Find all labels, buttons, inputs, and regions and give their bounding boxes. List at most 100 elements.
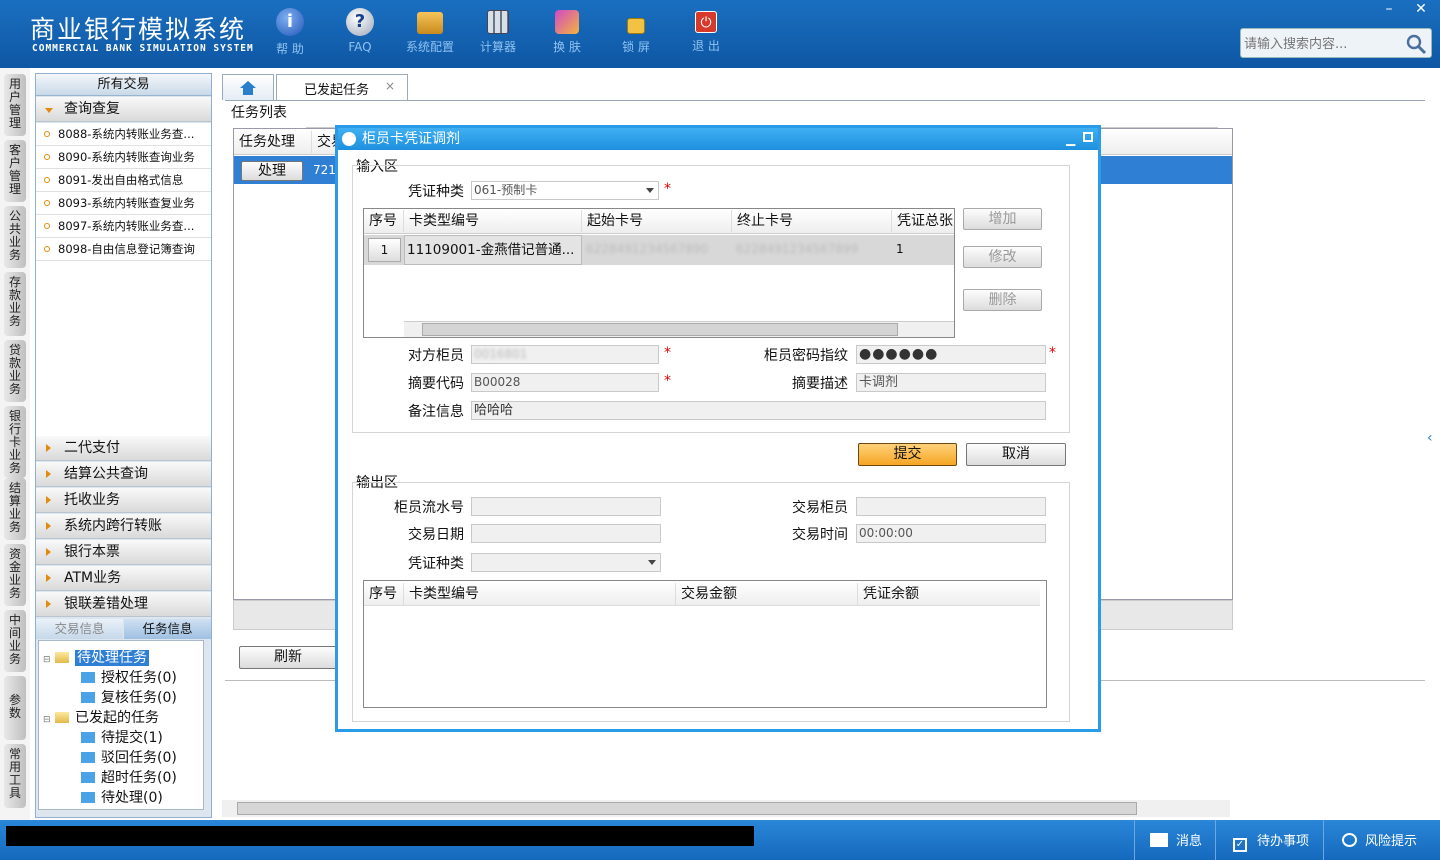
vtab-params[interactable]: 参数 [4, 676, 26, 740]
module-tabs: 用户管理 客户管理 公共业务 存款业务 贷款业务 银行卡业务 结算业务 资金业务… [0, 68, 30, 820]
menu-unionpay-error[interactable]: 银联差错处理 [36, 592, 211, 617]
chevron-down-icon [648, 560, 656, 565]
col-seq: 序号 [364, 210, 404, 232]
tree-node-timeout[interactable]: 超时任务(0) [81, 767, 177, 787]
scroll-thumb[interactable] [422, 323, 898, 336]
tree-node-auth[interactable]: 授权任务(0) [81, 667, 177, 687]
task-icon [81, 752, 95, 763]
summary-desc-field[interactable]: 卡调剂 [856, 373, 1046, 392]
out-voucher-select[interactable] [471, 553, 661, 572]
bullet-icon [44, 131, 50, 137]
required-mark: * [664, 345, 671, 361]
collapse-panel-icon[interactable]: ‹ [1427, 430, 1438, 460]
system-config-button[interactable]: 系统配置 [400, 8, 460, 55]
process-button[interactable]: 处理 [241, 161, 303, 181]
row-seq: 1 [368, 238, 401, 262]
vtab-user-mgmt[interactable]: 用户管理 [4, 74, 26, 136]
list-item[interactable]: 8088-系统内转账业务查... [36, 123, 211, 146]
menu-2nd-gen-payment[interactable]: 二代支付 [36, 436, 211, 461]
trade-time-label: 交易时间 [792, 527, 848, 543]
tab-trade-info[interactable]: 交易信息 [36, 619, 123, 639]
menu-query-reply[interactable]: 查询查复 [36, 97, 211, 122]
bullet-icon [44, 154, 50, 160]
tree-node-initiated[interactable]: ⊟ 已发起的任务 [43, 707, 159, 727]
add-button[interactable]: 增加 [963, 208, 1042, 230]
menu-cashier-check[interactable]: 银行本票 [36, 540, 211, 565]
minimize-button[interactable]: – [1374, 0, 1404, 20]
card-table-scrollbar[interactable] [404, 321, 954, 337]
tree-node-rejected[interactable]: 驳回任务(0) [81, 747, 177, 767]
list-item[interactable]: 8097-系统内转账业务查... [36, 215, 211, 238]
task-icon [81, 672, 95, 683]
calculator-button[interactable]: 计算器 [468, 8, 528, 55]
list-item[interactable]: 8090-系统内转账查询业务 [36, 146, 211, 169]
cancel-button[interactable]: 取消 [966, 443, 1066, 466]
counterpart-field[interactable]: 0016801 [471, 345, 659, 364]
required-mark: * [664, 181, 671, 197]
faq-button[interactable]: ? FAQ [330, 8, 390, 54]
skin-button[interactable]: 换 肤 [537, 8, 597, 55]
tree-node-to-submit[interactable]: 待提交(1) [81, 727, 163, 747]
remark-field[interactable]: 哈哈哈 [471, 401, 1046, 420]
edit-button[interactable]: 修改 [963, 246, 1042, 268]
todo-button[interactable]: ✓ 待办事项 [1233, 830, 1309, 852]
menu-atm[interactable]: ATM业务 [36, 566, 211, 591]
tab-home[interactable] [222, 74, 274, 100]
submit-button[interactable]: 提交 [858, 443, 957, 466]
voucher-type-select[interactable]: 061-预制卡 [471, 181, 659, 200]
close-icon[interactable]: × [385, 79, 395, 93]
tab-task-info[interactable]: 任务信息 [124, 619, 211, 639]
vtab-deposit[interactable]: 存款业务 [4, 272, 26, 336]
vtab-bank-card[interactable]: 银行卡业务 [4, 406, 26, 478]
tab-initiated-tasks[interactable]: 已发起任务 × [276, 74, 408, 100]
refresh-button[interactable]: 刷新 [239, 646, 337, 669]
scroll-thumb[interactable] [237, 802, 1137, 815]
required-mark: * [1049, 345, 1056, 361]
help-button[interactable]: i 帮 助 [260, 8, 320, 57]
chevron-right-icon [46, 444, 51, 452]
col-card-type: 卡类型编号 [404, 210, 582, 232]
vtab-intermediary[interactable]: 中间业务 [4, 610, 26, 672]
menu-settlement-query[interactable]: 结算公共查询 [36, 462, 211, 487]
password-field[interactable]: ●●●●●● [856, 345, 1046, 364]
exit-button[interactable]: ⏻ 退 出 [676, 8, 736, 54]
vtab-settlement[interactable]: 结算业务 [4, 478, 26, 540]
dialog-maximize-button[interactable] [1083, 132, 1093, 142]
delete-button[interactable]: 删除 [963, 289, 1042, 311]
risk-alert-button[interactable]: 风险提示 [1342, 830, 1417, 849]
row-start-card: 6228491234567890 [586, 242, 709, 256]
vtab-loan[interactable]: 贷款业务 [4, 340, 26, 402]
vtab-funds[interactable]: 资金业务 [4, 544, 26, 606]
menu-interbank-transfer[interactable]: 系统内跨行转账 [36, 514, 211, 539]
close-window-button[interactable]: ✕ [1406, 0, 1436, 20]
col-start-card: 起始卡号 [582, 210, 732, 232]
chat-bubble-icon [1342, 833, 1357, 847]
vtab-customer-mgmt[interactable]: 客户管理 [4, 140, 26, 202]
chevron-right-icon [46, 496, 51, 504]
list-item[interactable]: 8091-发出自由格式信息 [36, 169, 211, 192]
teller-serial-label: 柜员流水号 [394, 500, 464, 516]
dialog-minimize-button[interactable]: ▁ [1066, 128, 1075, 150]
home-icon [240, 81, 256, 95]
list-item[interactable]: 8098-自由信息登记簿查询 [36, 238, 211, 261]
col-trade-amount: 交易金额 [676, 583, 858, 605]
vtab-public-biz[interactable]: 公共业务 [4, 206, 26, 268]
horizontal-scrollbar[interactable] [222, 800, 1230, 817]
toolbox-icon [417, 12, 443, 34]
summary-code-field[interactable]: B00028 [471, 373, 659, 392]
list-item[interactable]: 8093-系统内转账查复业务 [36, 192, 211, 215]
row-end-card: 6228491234567899 [736, 242, 859, 256]
tree-node-pending[interactable]: ⊟ 待处理任务 [43, 647, 149, 667]
collapse-icon: ⊟ [43, 715, 51, 725]
lock-screen-button[interactable]: 锁 屏 [606, 8, 666, 55]
messages-button[interactable]: 消息 [1150, 830, 1202, 849]
vtab-tools[interactable]: 常用工具 [4, 744, 26, 808]
tree-node-review[interactable]: 复核任务(0) [81, 687, 177, 707]
search-icon[interactable] [1405, 33, 1427, 55]
menu-collection[interactable]: 托收业务 [36, 488, 211, 513]
trade-date-field [471, 524, 661, 543]
bullet-icon [44, 200, 50, 206]
checkbox-icon: ✓ [1233, 838, 1247, 852]
search-input[interactable] [1244, 34, 1404, 54]
tree-node-to-process[interactable]: 待处理(0) [81, 787, 163, 807]
